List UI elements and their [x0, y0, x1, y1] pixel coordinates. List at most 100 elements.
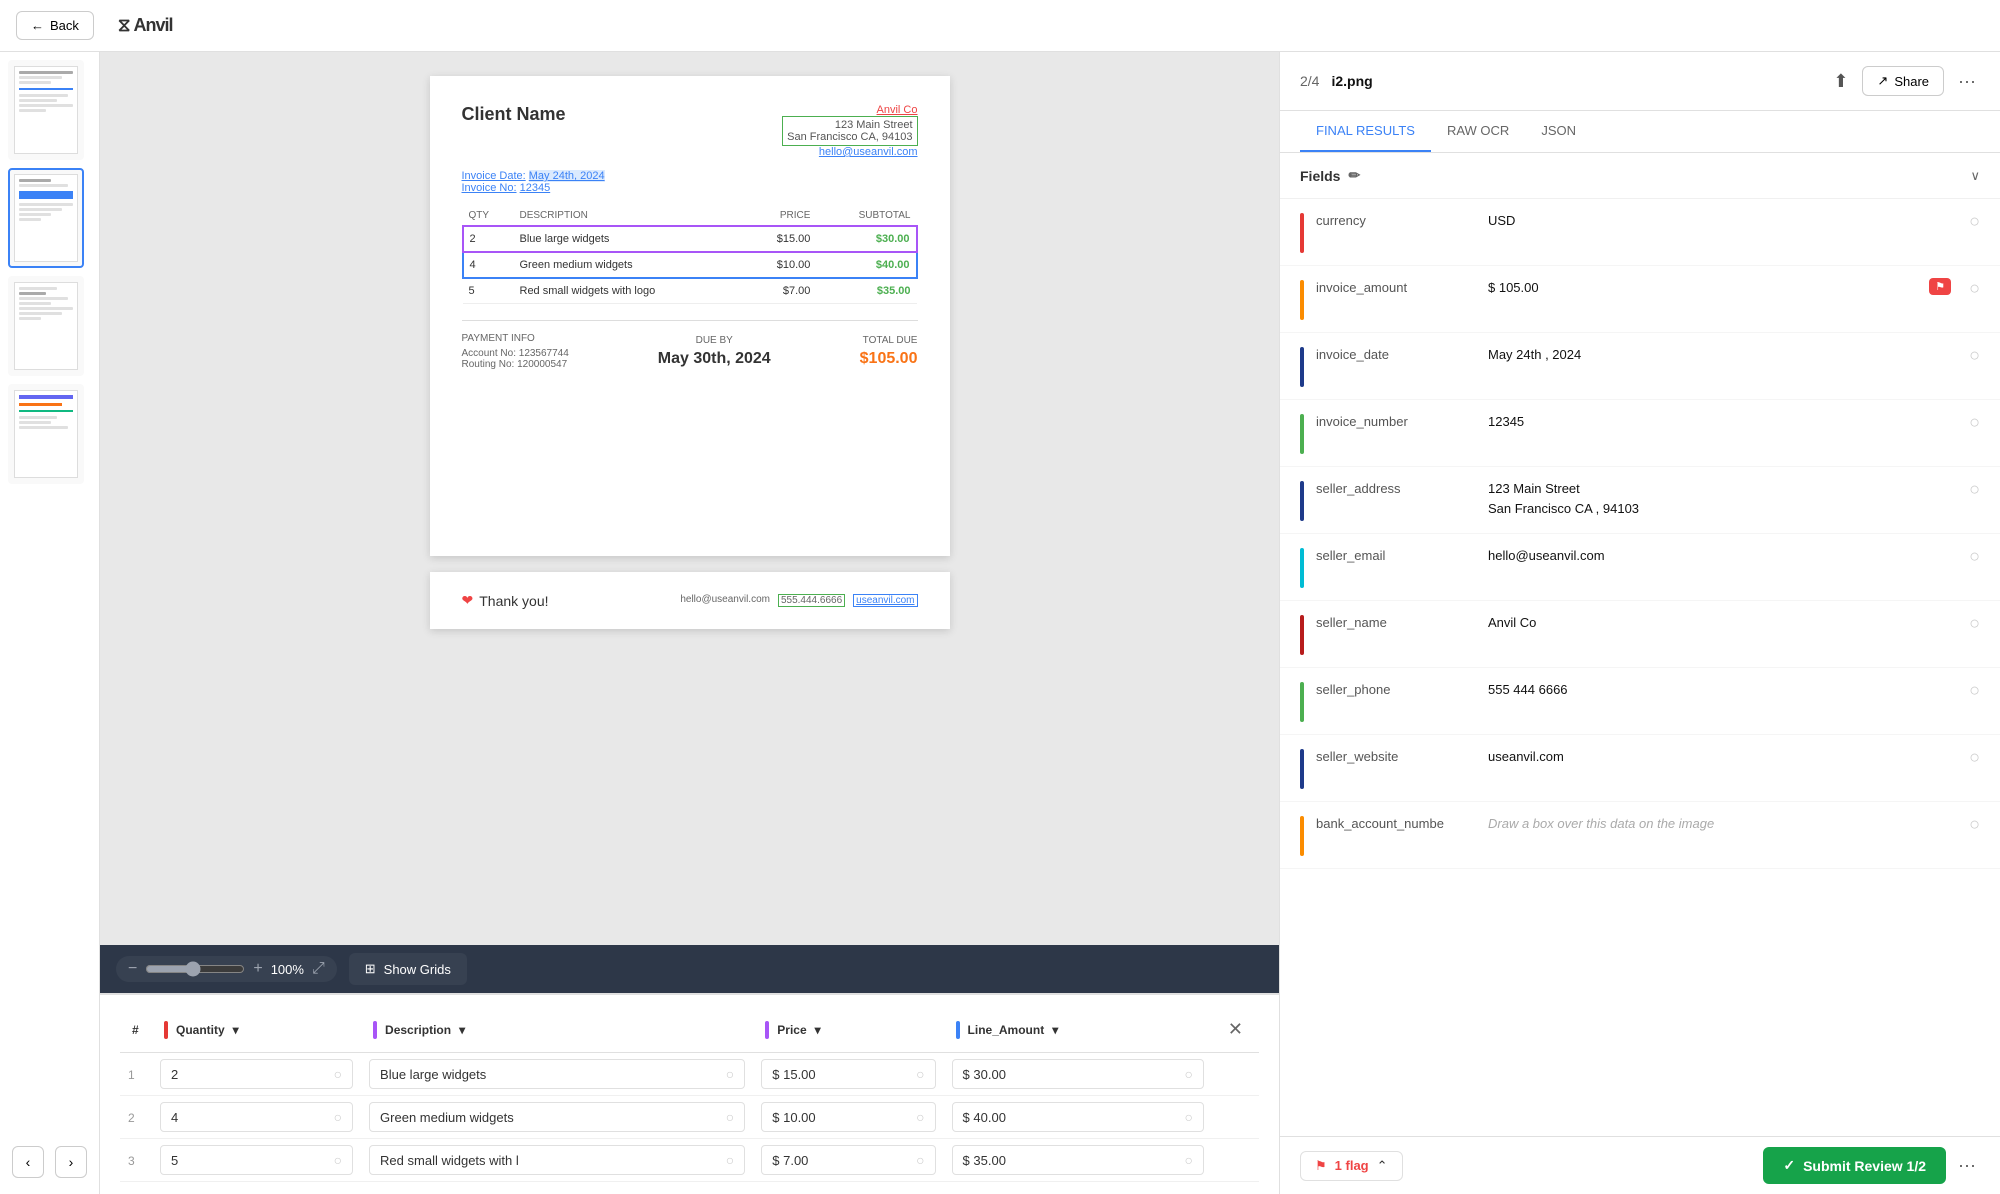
zoom-out-button[interactable]: − [128, 961, 137, 977]
amount-input[interactable]: $ 30.00○ [952, 1059, 1204, 1089]
col-header-close: ✕ [1212, 1007, 1259, 1053]
price-input[interactable]: $ 10.00○ [761, 1102, 935, 1132]
right-header-actions: ⬆ ↗ Share ··· [1829, 66, 1980, 96]
price-col-label: Price [777, 1023, 806, 1037]
submit-review-button[interactable]: ✓ Submit Review 1/2 [1763, 1147, 1946, 1184]
line-amount-dropdown-icon[interactable]: ▾ [1052, 1023, 1058, 1037]
desc-input[interactable]: Green medium widgets○ [369, 1102, 745, 1132]
cell-subtotal-1: $30.00 [816, 226, 916, 252]
prev-page-button[interactable]: ‹ [12, 1146, 44, 1178]
thumbnail-3[interactable] [8, 276, 84, 376]
zoom-in-button[interactable]: + [253, 961, 262, 977]
upload-button[interactable]: ⬆ [1829, 67, 1852, 96]
zoom-control: − + 100% ⤢ [116, 956, 337, 982]
quantity-indicator [164, 1021, 168, 1039]
field-color-indicator [1300, 682, 1304, 722]
desc-check-icon: ○ [726, 1152, 734, 1168]
description-col-label: Description [385, 1023, 451, 1037]
next-page-button[interactable]: › [55, 1146, 87, 1178]
amount-input[interactable]: $ 40.00○ [952, 1102, 1204, 1132]
flag-button[interactable]: ⚑ 1 flag ⌃ [1300, 1151, 1403, 1181]
check-icon: ✓ [1783, 1157, 1795, 1174]
tab-raw-ocr[interactable]: RAW OCR [1431, 111, 1525, 152]
price-check-icon: ○ [916, 1152, 924, 1168]
field-name-label: seller_name [1316, 613, 1476, 630]
price-input[interactable]: $ 7.00○ [761, 1145, 935, 1175]
invoice-no-label: Invoice No: [462, 182, 517, 194]
invoice-date-val: May 24th, 2024 [529, 170, 605, 182]
anvil-logo-text: Anvil [134, 15, 173, 36]
field-check-icon[interactable]: ○ [1969, 278, 1980, 299]
amount-input[interactable]: $ 35.00○ [952, 1145, 1204, 1175]
right-tabs: FINAL RESULTS RAW OCR JSON [1280, 111, 2000, 153]
price-input[interactable]: $ 15.00○ [761, 1059, 935, 1089]
back-arrow-icon: ← [31, 18, 44, 33]
field-value-text: Anvil Co [1488, 613, 1957, 633]
share-label: Share [1894, 74, 1929, 89]
desc-input[interactable]: Blue large widgets○ [369, 1059, 745, 1089]
field-name-label: invoice_number [1316, 412, 1476, 429]
more-options-button[interactable]: ··· [1954, 67, 1980, 96]
show-grids-button[interactable]: ⊞ Show Grids [349, 953, 467, 985]
price-dropdown-icon[interactable]: ▾ [815, 1023, 821, 1037]
tab-json[interactable]: JSON [1525, 111, 1592, 152]
field-name-label: seller_email [1316, 546, 1476, 563]
tab-final-results[interactable]: FINAL RESULTS [1300, 111, 1431, 152]
invoice-no-val: 12345 [520, 182, 551, 194]
zoom-slider[interactable] [145, 961, 245, 977]
field-color-indicator [1300, 816, 1304, 856]
grid-icon: ⊞ [365, 961, 376, 977]
field-value-text: 555 444 6666 [1488, 680, 1957, 700]
doc-routing-no: Routing No: 120000547 [462, 359, 569, 370]
bottom-right-actions: ✓ Submit Review 1/2 ··· [1763, 1147, 1980, 1184]
footer-phone: 555.444.6666 [778, 594, 845, 607]
field-check-icon[interactable]: ○ [1969, 546, 1980, 567]
heart-icon: ❤ [462, 592, 474, 609]
fields-chevron-icon[interactable]: ∨ [1970, 168, 1980, 184]
doc-email: hello@useanvil.com [782, 146, 917, 158]
main-area: ‹ › Client Name Anvil Co 123 Main Street… [0, 52, 2000, 1194]
cell-qty-2: 4 [463, 252, 514, 278]
cell-price-1: $15.00 [745, 226, 817, 252]
field-check-icon[interactable]: ○ [1969, 814, 1980, 835]
field-check-icon[interactable]: ○ [1969, 680, 1980, 701]
field-check-icon[interactable]: ○ [1969, 479, 1980, 500]
field-value-text: $ 105.00 [1488, 278, 1917, 298]
field-name-label: bank_account_numbe [1316, 814, 1476, 831]
qty-input[interactable]: 4○ [160, 1102, 353, 1132]
edit-fields-icon[interactable]: ✏ [1348, 167, 1360, 184]
thumbnail-4[interactable] [8, 384, 84, 484]
grid-table-area: # Quantity ▾ Description [100, 993, 1279, 1194]
submit-more-button[interactable]: ··· [1954, 1151, 1980, 1180]
field-check-icon[interactable]: ○ [1969, 613, 1980, 634]
desc-input[interactable]: Red small widgets with l○ [369, 1145, 745, 1175]
qty-input[interactable]: 2○ [160, 1059, 353, 1089]
payment-info-label: PAYMENT INFO [462, 333, 569, 344]
thumbnail-1[interactable] [8, 60, 84, 160]
field-check-icon[interactable]: ○ [1969, 345, 1980, 366]
field-check-icon[interactable]: ○ [1969, 412, 1980, 433]
description-dropdown-icon[interactable]: ▾ [459, 1023, 465, 1037]
cell-desc-2: Green medium widgets [514, 252, 745, 278]
quantity-dropdown-icon[interactable]: ▾ [233, 1023, 239, 1037]
field-color-indicator [1300, 548, 1304, 588]
grid-table-row: 2 4○ Green medium widgets○ $ 10.00○ $ 40… [120, 1096, 1259, 1139]
anvil-logo: ⧖ Anvil [118, 15, 173, 36]
qty-input[interactable]: 5○ [160, 1145, 353, 1175]
cell-subtotal-2: $40.00 [816, 252, 916, 278]
field-row: seller_phone555 444 6666○ [1280, 668, 2000, 735]
field-row: bank_account_numbeDraw a box over this d… [1280, 802, 2000, 869]
table-row: 2 Blue large widgets $15.00 $30.00 [463, 226, 917, 252]
field-check-icon[interactable]: ○ [1969, 211, 1980, 232]
field-check-icon[interactable]: ○ [1969, 747, 1980, 768]
doc-address-line2: San Francisco CA, 94103 [787, 131, 912, 143]
close-grid-button[interactable]: ✕ [1224, 1015, 1247, 1044]
zoom-expand-button[interactable]: ⤢ [312, 960, 325, 978]
invoice-date-label: Invoice Date: [462, 170, 526, 182]
document-page: Client Name Anvil Co 123 Main Street San… [430, 76, 950, 556]
thumbnail-2[interactable] [8, 168, 84, 268]
back-button[interactable]: ← Back [16, 11, 94, 40]
share-button[interactable]: ↗ Share [1862, 66, 1944, 96]
col-desc-header: DESCRIPTION [514, 206, 745, 226]
thank-you-text: Thank you! [479, 593, 548, 609]
